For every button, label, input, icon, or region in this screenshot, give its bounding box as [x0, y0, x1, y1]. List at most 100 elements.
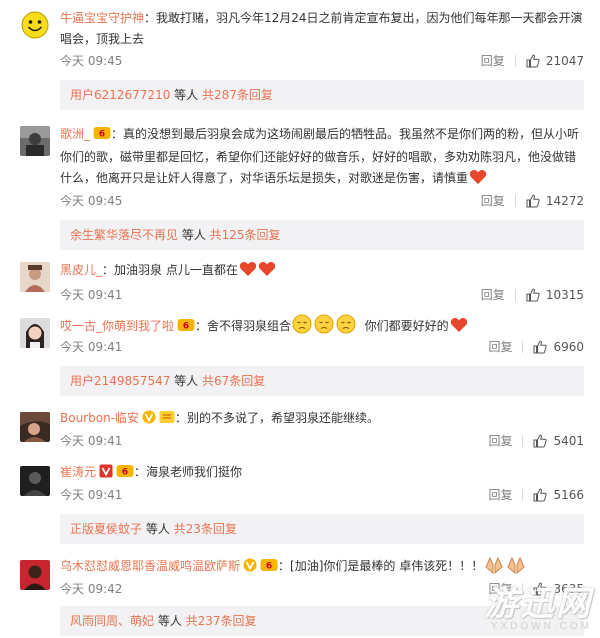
- more-replies-link[interactable]: 共287条回复: [202, 88, 273, 102]
- sub-reply-middle: 等人: [170, 374, 202, 388]
- sad-face-emoji-icon: [336, 314, 356, 341]
- sad-face-emoji-icon: [292, 314, 312, 341]
- reply-button[interactable]: 回复: [481, 286, 505, 303]
- comment-username[interactable]: 黑皮儿_: [60, 263, 102, 277]
- reply-button[interactable]: 回复: [488, 338, 512, 355]
- sub-replies[interactable]: 余生繁华落尽不再见 等人 共125条回复: [60, 220, 584, 250]
- sub-replies[interactable]: 用户6212677210 等人 共287条回复: [60, 80, 584, 110]
- comment-body: 牛逼宝宝守护神：我敢打赌，羽凡今年12月24日之前肯定宣布复出，因为他们每年那一…: [60, 8, 584, 50]
- sub-reply-user[interactable]: 正版夏侯蚊子: [70, 522, 142, 536]
- comment-text: ：真的没想到最后羽泉会成为这场闹剧最后的牺牲品。我虽然不是你们两的粉，但从小听你…: [60, 127, 580, 185]
- watermark-domain-text: YXDOWN.COM: [490, 621, 592, 632]
- svg-text:6: 6: [122, 468, 128, 478]
- comment-meta: 今天 09:45 回复 21047: [60, 52, 584, 70]
- comment-time: 今天 09:41: [60, 488, 123, 502]
- divider: [514, 194, 516, 207]
- reply-button[interactable]: 回复: [488, 432, 512, 449]
- comment-text: ：舍不得羽泉组合: [195, 319, 292, 333]
- avatar[interactable]: [20, 10, 50, 40]
- comment-time: 今天 09:41: [60, 340, 123, 354]
- verified-v-icon: [243, 558, 257, 579]
- comment-meta: 今天 09:41 回复 5401: [60, 432, 584, 450]
- sub-reply-middle: 等人: [154, 614, 186, 628]
- more-replies-link[interactable]: 共23条回复: [174, 522, 237, 536]
- comment-text: ：别的不多说了，希望羽泉还能继续。: [175, 411, 380, 425]
- svg-text:6: 6: [183, 322, 189, 332]
- like-button[interactable]: 5166: [533, 488, 584, 502]
- vip-badge-icon: 6: [260, 558, 278, 579]
- heart-emoji-icon: [258, 261, 276, 284]
- comment-username[interactable]: 歌洲_: [60, 127, 90, 141]
- sub-reply-user[interactable]: 用户2149857547: [70, 374, 170, 388]
- like-count: 6960: [553, 339, 584, 354]
- like-count: 14272: [545, 193, 584, 208]
- comment-time: 今天 09:41: [60, 288, 123, 302]
- comment-text: ：海泉老师我们挺你: [134, 465, 243, 479]
- svg-text:6: 6: [99, 130, 105, 140]
- divider: [522, 434, 524, 447]
- comment-meta: 今天 09:45 回复 14272: [60, 192, 584, 210]
- divider: [522, 340, 524, 353]
- sub-reply-middle: 等人: [170, 88, 202, 102]
- thumb-up-icon: [526, 288, 540, 301]
- like-button[interactable]: 5401: [533, 434, 584, 448]
- avatar[interactable]: [20, 560, 50, 590]
- thumb-up-icon: [533, 340, 548, 353]
- more-replies-link[interactable]: 共237条回复: [186, 614, 257, 628]
- avatar[interactable]: [20, 412, 50, 442]
- comment-username[interactable]: Bourbon-临安: [60, 411, 139, 425]
- reply-button[interactable]: 回复: [481, 192, 505, 209]
- comment-meta: 今天 09:41 回复 5166: [60, 486, 584, 504]
- sad-face-emoji-icon: [314, 314, 334, 341]
- comment-body: Bourbon-临安 ：别的不多说了，希望羽泉还能继续。: [60, 408, 584, 431]
- sub-replies[interactable]: 正版夏侯蚊子 等人 共23条回复: [60, 514, 584, 544]
- divider: [522, 488, 524, 501]
- comment-username[interactable]: 哎一古_你萌到我了啦: [60, 319, 174, 333]
- like-count: 21047: [545, 53, 584, 68]
- comment-text: ：加油羽泉 点儿一直都在: [102, 263, 238, 277]
- comment-time: 今天 09:41: [60, 434, 123, 448]
- reply-button[interactable]: 回复: [488, 486, 512, 503]
- comment-username[interactable]: 乌木怼怼威恩耶香温威鸣温欧萨斯: [60, 559, 240, 573]
- thumb-up-icon: [533, 434, 548, 447]
- sub-reply-middle: 等人: [178, 228, 210, 242]
- comment-text: ：[加油]你们是最棒的 卓伟该死！！！: [278, 559, 484, 573]
- like-button[interactable]: 6960: [533, 340, 584, 354]
- divider: [514, 54, 516, 67]
- comment-body: 哎一古_你萌到我了啦 6 ：舍不得羽泉组合 你们都要好好的: [60, 314, 584, 341]
- sub-reply-user[interactable]: 风雨同周、萌妃: [70, 614, 154, 628]
- avatar[interactable]: [20, 318, 50, 348]
- avatar[interactable]: [20, 466, 50, 496]
- comment-body: 黑皮儿_：加油羽泉 点儿一直都在: [60, 260, 584, 284]
- like-count: 5166: [553, 487, 584, 502]
- more-replies-link[interactable]: 共125条回复: [210, 228, 281, 242]
- site-watermark: 游迅网 YXDOWN.COM: [484, 576, 592, 632]
- fan-badge-icon: [159, 410, 175, 431]
- more-replies-link[interactable]: 共67条回复: [202, 374, 265, 388]
- like-button[interactable]: 21047: [526, 54, 584, 68]
- comment-username[interactable]: 崔涛元: [60, 465, 96, 479]
- like-button[interactable]: 10315: [526, 288, 584, 302]
- sub-reply-user[interactable]: 用户6212677210: [70, 88, 170, 102]
- sub-reply-user[interactable]: 余生繁华落尽不再见: [70, 228, 178, 242]
- thumb-up-icon: [526, 54, 540, 67]
- comment-username[interactable]: 牛逼宝宝守护神: [60, 11, 144, 25]
- vip-badge-icon: 6: [116, 464, 134, 485]
- heart-emoji-icon: [450, 317, 468, 340]
- like-count: 10315: [545, 287, 584, 302]
- vip-badge-icon: 6: [177, 318, 195, 339]
- divider: [514, 288, 516, 301]
- verified-v-icon: [142, 410, 156, 431]
- comment-time: 今天 09:42: [60, 582, 123, 596]
- verified-v-icon: [99, 464, 113, 485]
- sub-reply-middle: 等人: [142, 522, 174, 536]
- avatar[interactable]: [20, 262, 50, 292]
- avatar[interactable]: [20, 126, 50, 156]
- like-button[interactable]: 14272: [526, 194, 584, 208]
- sub-replies[interactable]: 用户2149857547 等人 共67条回复: [60, 366, 584, 396]
- heart-emoji-icon: [469, 169, 487, 192]
- comment-meta: 今天 09:41 回复 6960: [60, 338, 584, 356]
- reply-button[interactable]: 回复: [481, 52, 505, 69]
- comment-time: 今天 09:45: [60, 54, 123, 68]
- heart-emoji-icon: [239, 261, 257, 284]
